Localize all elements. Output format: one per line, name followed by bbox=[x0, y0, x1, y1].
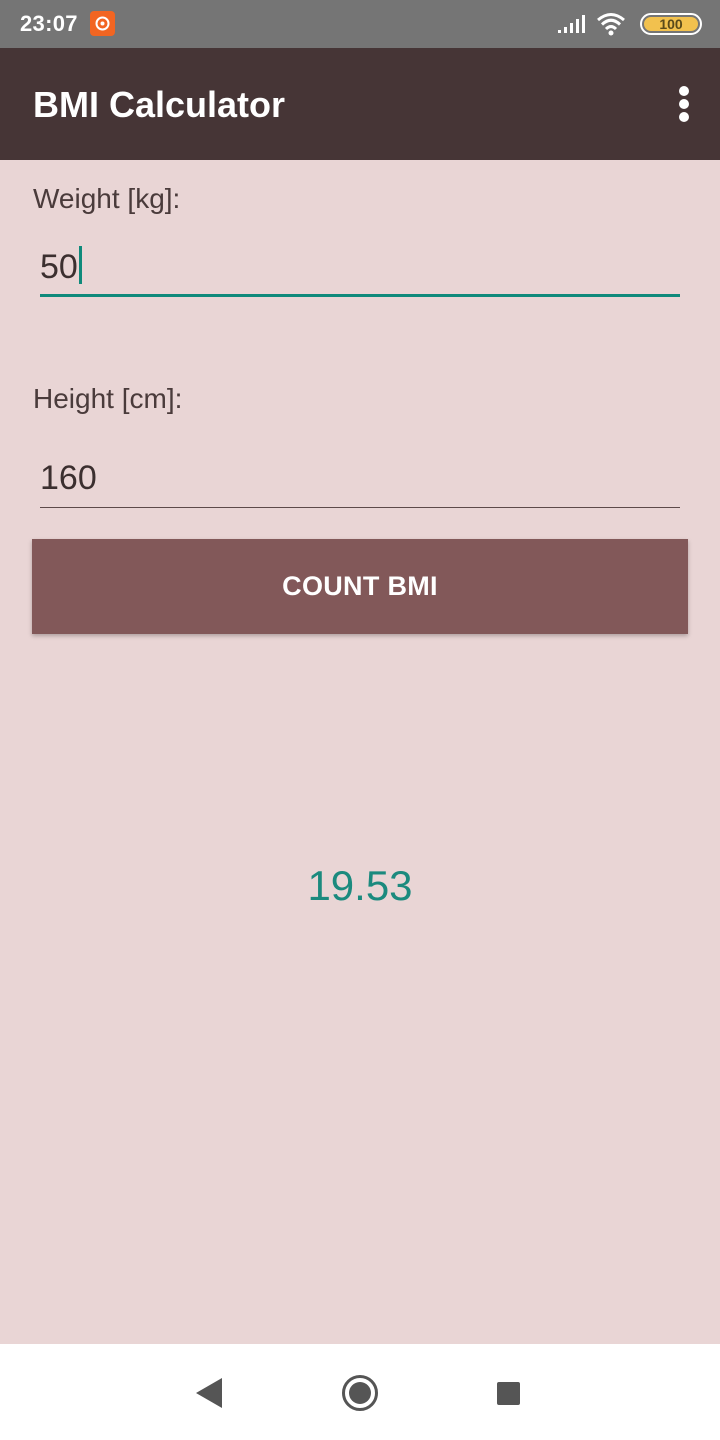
weight-value: 50 bbox=[40, 248, 78, 286]
weight-input[interactable]: 50 bbox=[40, 237, 680, 297]
recents-icon[interactable] bbox=[497, 1382, 520, 1405]
weight-label: Weight [kg]: bbox=[33, 183, 181, 214]
wifi-icon bbox=[597, 13, 625, 36]
status-icons: 100 bbox=[502, 11, 702, 37]
navigation-bar bbox=[0, 1344, 720, 1440]
height-value: 160 bbox=[40, 459, 97, 497]
app-bar: BMI Calculator bbox=[0, 48, 720, 160]
app-notification-icon bbox=[90, 11, 115, 36]
count-bmi-button[interactable]: COUNT BMI bbox=[32, 539, 688, 634]
app-title: BMI Calculator bbox=[33, 84, 286, 125]
height-input[interactable]: 160 bbox=[40, 448, 680, 508]
battery-icon: 100 bbox=[640, 13, 702, 35]
status-bar: 23:07 100 bbox=[0, 0, 720, 48]
signal-icon bbox=[558, 15, 585, 33]
height-input-underline bbox=[40, 507, 680, 508]
text-cursor bbox=[78, 246, 82, 284]
home-icon[interactable] bbox=[342, 1375, 378, 1411]
back-icon[interactable] bbox=[196, 1378, 222, 1408]
status-time: 23:07 bbox=[20, 11, 78, 36]
overflow-menu-icon[interactable] bbox=[678, 86, 690, 122]
battery-level: 100 bbox=[644, 17, 698, 31]
height-label: Height [cm]: bbox=[33, 383, 183, 414]
bmi-result: 19.53 bbox=[307, 862, 413, 909]
weight-input-underline bbox=[40, 294, 680, 297]
